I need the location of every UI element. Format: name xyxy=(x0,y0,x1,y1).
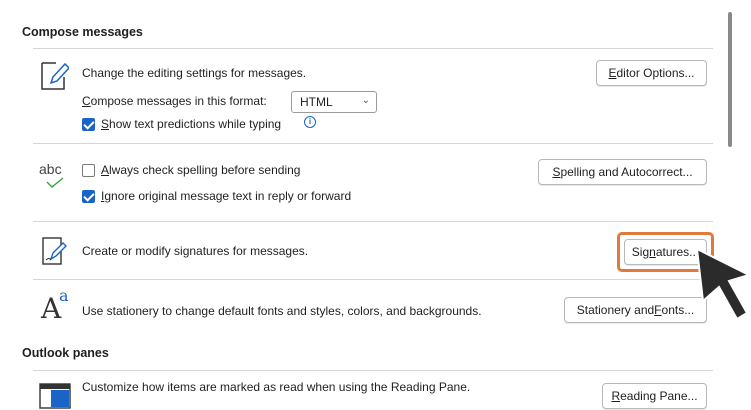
spelling-autocorrect-button[interactable]: Spelling and Autocorrect... xyxy=(538,159,707,185)
stationery-button-rest: onts... xyxy=(661,303,695,317)
compose-messages-title: Compose messages xyxy=(22,25,143,39)
outlook-panes-title: Outlook panes xyxy=(22,346,109,360)
compose-format-value: HTML xyxy=(300,95,333,109)
stationery-button-u: F xyxy=(654,303,662,317)
show-predictions-label: Show text predictions while typing xyxy=(101,117,281,131)
spell-check-icon: abc xyxy=(39,161,69,191)
edit-pen-icon xyxy=(41,62,69,90)
ignore-original-label-rest: gnore original message text in reply or … xyxy=(104,189,352,203)
always-check-spelling-checkbox[interactable] xyxy=(82,164,95,177)
editing-group: Change the editing settings for messages… xyxy=(33,48,713,144)
stationery-group: A a Use stationery to change default fon… xyxy=(33,280,713,338)
stationery-button-pre: Stationery and xyxy=(576,303,655,317)
editor-options-underline: E xyxy=(608,66,617,80)
spelling-group: abc Always check spelling before sending… xyxy=(33,144,713,222)
compose-format-select[interactable]: HTML ⌄ xyxy=(291,91,377,113)
spelling-button-rest: pelling and Autocorrect... xyxy=(560,165,693,179)
ignore-original-checkbox[interactable] xyxy=(82,190,95,203)
reading-group: Customize how items are marked as read w… xyxy=(33,370,713,410)
reading-button-rest: eading Pane... xyxy=(620,389,698,403)
pointer-cursor-icon xyxy=(695,247,751,321)
editor-options-label: ditor Options... xyxy=(616,66,695,80)
reading-pane-icon xyxy=(39,383,71,409)
compose-format-label-rest: ompose messages in this format: xyxy=(90,94,267,108)
always-check-spelling-label: Always check spelling before sending xyxy=(101,163,300,177)
spelling-button-u: S xyxy=(552,165,561,179)
reading-button-u: R xyxy=(611,389,621,403)
info-icon[interactable]: i xyxy=(304,116,316,128)
compose-format-label: Compose messages in this format: xyxy=(82,94,267,108)
scrollbar-thumb[interactable] xyxy=(728,12,732,147)
always-check-spelling-label-u: A xyxy=(101,163,110,177)
editing-settings-text: Change the editing settings for messages… xyxy=(82,66,307,80)
spell-check-abc: abc xyxy=(39,161,62,177)
stationery-icon: A a xyxy=(41,286,69,325)
stationery-fonts-button[interactable]: Stationery and Fonts... xyxy=(564,297,707,323)
ignore-original-label: Ignore original message text in reply or… xyxy=(101,189,351,203)
show-predictions-checkbox[interactable] xyxy=(82,118,95,131)
signatures-group: Create or modify signatures for messages… xyxy=(33,222,714,280)
reading-pane-text: Customize how items are marked as read w… xyxy=(82,380,471,394)
always-check-spelling-label-rest: lways check spelling before sending xyxy=(109,163,301,177)
signatures-text: Create or modify signatures for messages… xyxy=(82,244,309,258)
chevron-down-icon: ⌄ xyxy=(361,95,370,106)
show-predictions-label-rest: how text predictions while typing xyxy=(109,117,282,131)
reading-pane-button[interactable]: Reading Pane... xyxy=(602,383,707,409)
editor-options-button[interactable]: Editor Options... xyxy=(596,60,707,86)
stationery-text: Use stationery to change default fonts a… xyxy=(82,304,482,318)
signature-icon xyxy=(42,237,67,265)
show-predictions-label-u: S xyxy=(101,117,110,131)
compose-format-label-u: C xyxy=(82,94,91,108)
